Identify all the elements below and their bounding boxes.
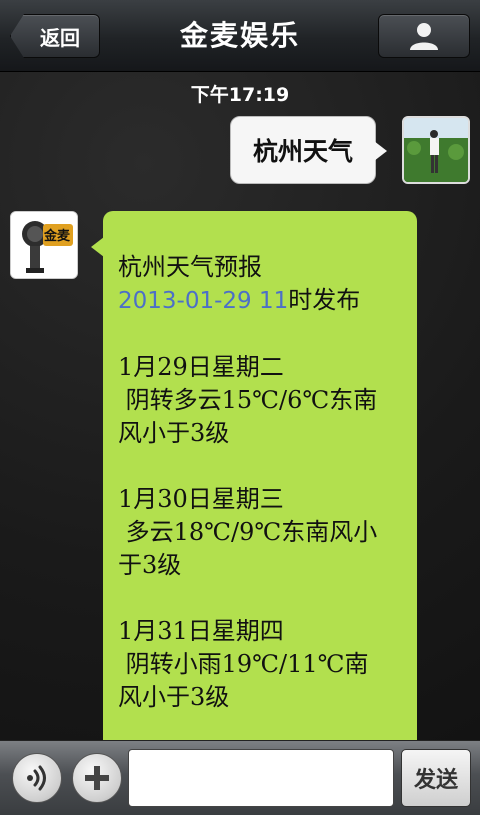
forecast-publish-line: 2013-01-29 11时发布 [118,284,405,318]
forecast-title: 杭州天气预报 [118,253,262,281]
outgoing-message-text: 杭州天气 [252,137,353,166]
message-timestamp: 下午17:19 [190,84,290,106]
forecast-day-wind: 于3级 [118,551,182,579]
forecast-day-date: 1月30日星期三 [118,485,284,513]
back-button-label: 返回 [40,25,80,50]
plus-button[interactable] [72,753,122,803]
message-input[interactable] [128,749,394,807]
input-toolbar: 发送 [0,740,480,815]
back-button[interactable]: 返回 [10,14,100,58]
forecast-publish-suffix: 时发布 [288,286,361,314]
forecast-day-weather: 阴转多云15℃/6℃东南 [118,386,378,414]
user-avatar[interactable] [402,116,470,184]
forecast-day-date: 1月31日星期四 [118,617,284,645]
plus-icon [85,766,109,790]
bot-avatar[interactable]: 金麦 [10,211,78,279]
user-photo-avatar [404,118,468,182]
incoming-message-bubble[interactable]: 杭州天气预报 2013-01-29 11时发布 1月29日星期二 阴转多云15℃… [103,211,417,751]
bot-avatar-logo-text: 金麦 [44,229,71,244]
jinmai-bot-avatar [11,212,77,278]
voice-button[interactable] [12,753,62,803]
forecast-day-wind: 风小于3级 [118,683,230,711]
forecast-day-wind: 风小于3级 [118,419,230,447]
title-bar: 返回 金麦娱乐 [0,0,480,72]
send-button[interactable]: 发送 [401,749,471,807]
forecast-day-date: 1月29日星期二 [118,353,284,381]
forecast-day-weather: 多云18℃/9℃东南风小 [118,518,378,546]
voice-icon [27,765,46,791]
forecast-publish-date: 2013-01-29 11 [118,288,289,314]
page-title: 金麦娱乐 [179,19,300,52]
outgoing-message-bubble[interactable]: 杭州天气 [229,116,388,184]
forecast-day-weather: 阴转小雨19℃/11℃南 [118,650,369,678]
profile-button[interactable] [378,14,470,58]
send-button-label: 发送 [413,767,458,793]
person-icon [410,23,438,50]
